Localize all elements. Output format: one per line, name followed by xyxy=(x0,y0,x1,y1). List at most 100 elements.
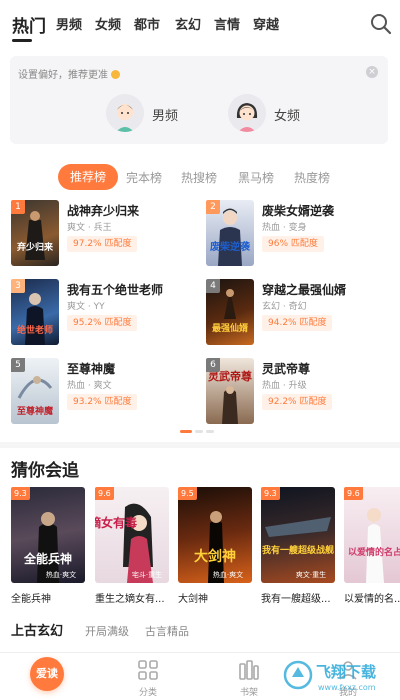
rank-badge: 6 xyxy=(206,358,220,372)
book-meta: 玄幻 · 奇幻 xyxy=(262,302,307,312)
tab-female[interactable]: 女频 xyxy=(95,14,121,33)
svg-text:热血·爽文: 热血·爽文 xyxy=(213,570,243,579)
book-cover: 我有一艘超级战舰爽文·重生 xyxy=(261,487,335,583)
category-title[interactable]: 上古玄幻 xyxy=(11,620,63,639)
svg-text:飞翔下载: 飞翔下载 xyxy=(316,663,376,681)
rank-tab-hot-search[interactable]: 热搜榜 xyxy=(181,169,217,186)
rank-tab-dark-horse[interactable]: 黑马榜 xyxy=(238,169,274,186)
rank-badge: 2 xyxy=(206,200,220,214)
rank-badge: 1 xyxy=(11,200,25,214)
book-title: 全能兵神 xyxy=(11,594,51,605)
book-meta: 热血 · 变身 xyxy=(262,223,307,233)
male-preference-button[interactable]: 男频 xyxy=(106,94,196,132)
svg-text:全能兵神: 全能兵神 xyxy=(23,551,72,566)
preference-tip: 设置偏好，推荐更准 xyxy=(18,66,120,81)
category-row: 上古玄幻 开局满级 古言精品 xyxy=(0,620,400,640)
page-indicator xyxy=(180,430,220,433)
guess-section-title: 猜你会追 xyxy=(11,461,79,481)
book-meta: 爽文 · 兵王 xyxy=(67,223,112,233)
tab-read[interactable]: 爱读 xyxy=(30,657,64,691)
preference-card: 设置偏好，推荐更准 × 男频 女频 xyxy=(10,56,388,144)
svg-text:爽文·重生: 爽文·重生 xyxy=(296,570,326,579)
match-badge: 93.2% 匹配度 xyxy=(67,394,138,410)
book-title: 战神弃少归来 xyxy=(67,204,140,218)
girl-avatar-icon xyxy=(228,94,266,132)
tab-category[interactable]: 分类 xyxy=(118,653,178,700)
book-title: 穿越之最强仙婿 xyxy=(262,283,347,297)
svg-text:废柴逆袭: 废柴逆袭 xyxy=(210,240,251,253)
tab-label: 书架 xyxy=(239,688,258,698)
category-tag[interactable]: 开局满级 xyxy=(85,623,129,639)
svg-text:宅斗·重生: 宅斗·重生 xyxy=(132,570,162,579)
close-icon[interactable]: × xyxy=(366,66,378,78)
section-divider xyxy=(0,442,400,448)
book-title: 至尊神魔 xyxy=(67,362,116,376)
book-cover: 大剑神热血·爽文 xyxy=(178,487,252,583)
score-badge: 9.6 xyxy=(95,487,114,500)
book-title: 我有五个绝世老师 xyxy=(67,283,164,297)
active-tab-indicator xyxy=(12,39,32,42)
score-badge: 9.3 xyxy=(261,487,280,500)
svg-text:大剑神: 大剑神 xyxy=(194,548,236,565)
female-preference-label: 女频 xyxy=(274,109,301,124)
book-cover: 全能兵神热血·爽文 xyxy=(11,487,85,583)
svg-text:最强仙婿: 最强仙婿 xyxy=(212,322,249,334)
book-title: 我有一艘超级... xyxy=(261,594,331,605)
book-title: 灵武帝尊 xyxy=(262,362,311,376)
book-meta: 爽文 · YY xyxy=(67,302,105,312)
rank-book-1[interactable]: 弃少归来 1 战神弃少归来 爽文 · 兵王 97.2% 匹配度 xyxy=(11,200,201,266)
rank-badge: 3 xyxy=(11,279,25,293)
rank-book-4[interactable]: 最强仙婿 4 穿越之最强仙婿 玄幻 · 奇幻 94.2% 匹配度 xyxy=(206,279,396,345)
female-preference-button[interactable]: 女频 xyxy=(228,94,318,132)
score-badge: 9.3 xyxy=(11,487,30,500)
rank-tab-popularity[interactable]: 热度榜 xyxy=(294,169,330,186)
rank-tab-recommended[interactable]: 推荐榜 xyxy=(58,164,119,190)
book-meta: 热血 · 升级 xyxy=(262,381,307,391)
top-nav: 热门 男频 女频 都市 玄幻 言情 穿越 xyxy=(0,0,400,48)
tab-fantasy[interactable]: 玄幻 xyxy=(175,14,201,33)
book-title: 以爱情的名... xyxy=(344,594,400,605)
boy-avatar-icon xyxy=(106,94,144,132)
svg-text:我有一艘超级战舰: 我有一艘超级战舰 xyxy=(262,544,334,556)
score-badge: 9.6 xyxy=(344,487,363,500)
book-cover: 嫡女有毒宅斗·重生 xyxy=(95,487,169,583)
rank-badge: 5 xyxy=(11,358,25,372)
svg-text:绝世老师: 绝世老师 xyxy=(17,324,53,336)
book-meta: 热血 · 爽文 xyxy=(67,381,112,391)
match-badge: 92.2% 匹配度 xyxy=(262,394,333,410)
male-preference-label: 男频 xyxy=(152,109,179,124)
tab-urban[interactable]: 都市 xyxy=(134,14,160,33)
search-icon[interactable] xyxy=(369,12,393,36)
match-badge: 95.2% 匹配度 xyxy=(67,315,138,331)
rank-tabs: 推荐榜 完本榜 热搜榜 黑马榜 热度榜 xyxy=(0,164,400,190)
tab-time-travel[interactable]: 穿越 xyxy=(253,14,279,33)
site-watermark-logo: 飞翔下载 www.fxxz.com xyxy=(283,660,376,692)
book-title: 大剑神 xyxy=(178,594,208,605)
svg-text:至尊神魔: 至尊神魔 xyxy=(17,405,53,417)
page-indicator-dot xyxy=(206,430,214,433)
rank-book-2[interactable]: 废柴逆袭 2 废柴女婿逆袭 热血 · 变身 96% 匹配度 xyxy=(206,200,396,266)
book-title: 重生之嫡女有... xyxy=(95,594,165,605)
match-badge: 96% 匹配度 xyxy=(262,236,324,252)
grid-icon xyxy=(138,660,158,680)
rank-book-6[interactable]: 灵武帝尊 6 灵武帝尊 热血 · 升级 92.2% 匹配度 xyxy=(206,358,396,424)
svg-text:弃少归来: 弃少归来 xyxy=(17,241,54,253)
svg-text:以爱情的名占有你: 以爱情的名占有你 xyxy=(348,546,400,558)
svg-text:www.fxxz.com: www.fxxz.com xyxy=(318,683,376,692)
page-indicator-dot xyxy=(195,430,203,433)
tab-male[interactable]: 男频 xyxy=(56,14,82,33)
match-badge: 94.2% 匹配度 xyxy=(262,315,333,331)
score-badge: 9.5 xyxy=(178,487,197,500)
category-tag[interactable]: 古言精品 xyxy=(145,623,189,639)
tab-hot[interactable]: 热门 xyxy=(12,12,46,37)
rank-book-3[interactable]: 绝世老师 3 我有五个绝世老师 爽文 · YY 95.2% 匹配度 xyxy=(11,279,201,345)
tab-romance[interactable]: 言情 xyxy=(214,14,240,33)
match-badge: 97.2% 匹配度 xyxy=(67,236,138,252)
svg-text:热血·爽文: 热血·爽文 xyxy=(46,570,76,579)
book-cover: 以爱情的名占有你 xyxy=(344,487,400,583)
rank-book-5[interactable]: 至尊神魔 5 至尊神魔 热血 · 爽文 93.2% 匹配度 xyxy=(11,358,201,424)
rank-tab-completed[interactable]: 完本榜 xyxy=(126,169,162,186)
tab-bookshelf[interactable]: 书架 xyxy=(219,653,279,700)
coin-icon xyxy=(111,70,120,79)
page-indicator-active xyxy=(180,430,192,433)
